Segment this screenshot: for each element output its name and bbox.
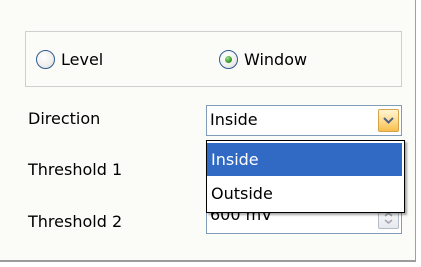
direction-options-list: Inside Outside bbox=[206, 140, 405, 213]
radio-window-circle[interactable] bbox=[219, 49, 238, 69]
spinner-icon bbox=[384, 212, 393, 224]
radio-level[interactable]: Level bbox=[36, 45, 103, 73]
mode-radio-group: Level Window bbox=[25, 31, 402, 87]
chevron-down-icon bbox=[383, 117, 394, 124]
list-item-outside[interactable]: Outside bbox=[207, 177, 402, 210]
list-item-inside[interactable]: Inside bbox=[207, 143, 402, 176]
direction-dropdown-button[interactable] bbox=[378, 109, 399, 132]
threshold1-label: Threshold 1 bbox=[28, 160, 123, 179]
direction-selected-value: Inside bbox=[210, 110, 258, 129]
radio-level-circle[interactable] bbox=[36, 49, 55, 69]
threshold2-label: Threshold 2 bbox=[28, 212, 123, 231]
radio-level-label: Level bbox=[61, 49, 104, 69]
settings-panel: Level Window Direction Inside Threshold … bbox=[0, 0, 416, 262]
radio-window-label: Window bbox=[244, 49, 308, 69]
radio-window[interactable]: Window bbox=[219, 45, 307, 73]
direction-dropdown[interactable]: Inside bbox=[206, 105, 402, 136]
direction-label: Direction bbox=[28, 109, 101, 128]
